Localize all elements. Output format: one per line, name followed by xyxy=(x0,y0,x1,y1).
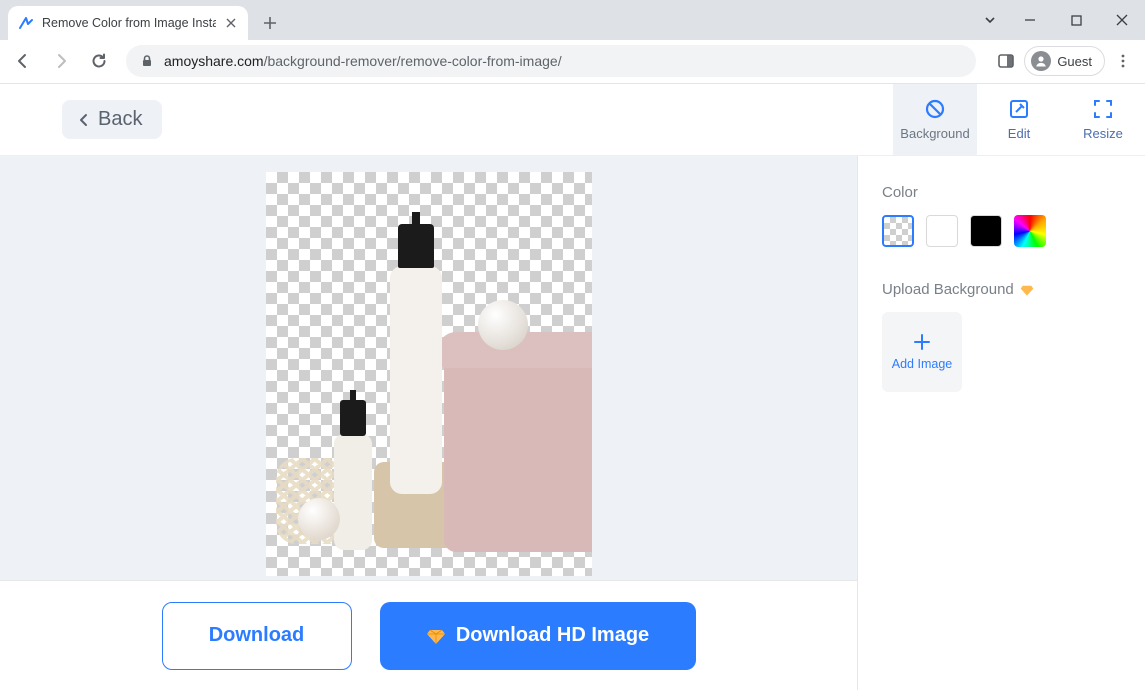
tool-tabs: Background Edit Resize xyxy=(893,84,1145,155)
product-bottle-small xyxy=(334,434,372,550)
address-bar: amoyshare.com/background-remover/remove-… xyxy=(0,40,1145,83)
url-text: amoyshare.com/background-remover/remove-… xyxy=(164,53,562,69)
new-tab-button[interactable] xyxy=(256,9,284,37)
edit-icon xyxy=(1008,98,1030,120)
browser-tab[interactable]: Remove Color from Image Instan xyxy=(8,6,248,40)
main-area: Download Download HD Image Color Upload … xyxy=(0,156,1145,690)
avatar-icon xyxy=(1031,51,1051,71)
forward-nav-button[interactable] xyxy=(44,44,78,78)
product-bottle-large-cap xyxy=(398,224,434,268)
chevron-down-icon[interactable] xyxy=(973,3,1007,37)
product-sphere xyxy=(478,300,528,350)
maximize-button[interactable] xyxy=(1053,3,1099,37)
close-icon[interactable] xyxy=(224,16,238,30)
tab-title: Remove Color from Image Instan xyxy=(42,16,216,30)
canvas-panel: Download Download HD Image xyxy=(0,156,858,690)
product-bottle-large xyxy=(390,266,442,494)
profile-chip[interactable]: Guest xyxy=(1024,46,1105,76)
resize-icon xyxy=(1092,98,1114,120)
kebab-menu-icon[interactable] xyxy=(1107,45,1139,77)
chevron-left-icon xyxy=(76,112,92,128)
plus-icon xyxy=(913,333,931,351)
product-box xyxy=(444,342,592,552)
product-bottle-small-cap xyxy=(340,400,366,436)
reload-button[interactable] xyxy=(82,44,116,78)
canvas-wrap xyxy=(0,156,857,580)
window-controls xyxy=(973,0,1145,40)
tab-resize[interactable]: Resize xyxy=(1061,84,1145,155)
image-canvas[interactable] xyxy=(266,172,592,576)
app-header: Back Background Edit Resize xyxy=(0,84,1145,156)
close-window-button[interactable] xyxy=(1099,3,1145,37)
add-image-label: Add Image xyxy=(892,357,952,371)
download-hd-label: Download HD Image xyxy=(456,624,649,647)
upload-section-label: Upload Background xyxy=(882,281,1121,298)
download-hd-button[interactable]: Download HD Image xyxy=(380,602,696,670)
side-panel-icon[interactable] xyxy=(990,45,1022,77)
tab-label: Resize xyxy=(1083,126,1123,141)
tab-strip: Remove Color from Image Instan xyxy=(0,0,1145,40)
swatch-row xyxy=(882,215,1121,247)
swatch-white[interactable] xyxy=(926,215,958,247)
diamond-icon xyxy=(426,626,446,646)
background-icon xyxy=(924,98,946,120)
side-panel: Color Upload Background Add Image xyxy=(858,156,1145,690)
action-buttons: Download Download HD Image xyxy=(0,580,857,690)
upload-section-text: Upload Background xyxy=(882,281,1014,298)
color-section-label: Color xyxy=(882,184,1121,201)
lock-icon xyxy=(140,54,154,68)
product-sphere-small xyxy=(298,498,340,540)
swatch-transparent[interactable] xyxy=(882,215,914,247)
product-bottle-large-nozzle xyxy=(412,212,420,226)
download-label: Download xyxy=(209,624,305,647)
minimize-button[interactable] xyxy=(1007,3,1053,37)
back-nav-button[interactable] xyxy=(6,44,40,78)
diamond-icon xyxy=(1020,283,1034,297)
tab-label: Background xyxy=(900,126,969,141)
tab-edit[interactable]: Edit xyxy=(977,84,1061,155)
swatch-black[interactable] xyxy=(970,215,1002,247)
download-button[interactable]: Download xyxy=(162,602,352,670)
profile-label: Guest xyxy=(1057,54,1092,69)
favicon xyxy=(18,15,34,31)
back-label: Back xyxy=(98,108,142,131)
product-bottle-small-nozzle xyxy=(350,390,356,402)
omnibox[interactable]: amoyshare.com/background-remover/remove-… xyxy=(126,45,976,77)
back-button[interactable]: Back xyxy=(62,100,162,139)
tab-background[interactable]: Background xyxy=(893,84,977,155)
tab-label: Edit xyxy=(1008,126,1030,141)
swatch-color-picker[interactable] xyxy=(1014,215,1046,247)
add-image-button[interactable]: Add Image xyxy=(882,312,962,392)
browser-chrome: Remove Color from Image Instan xyxy=(0,0,1145,84)
